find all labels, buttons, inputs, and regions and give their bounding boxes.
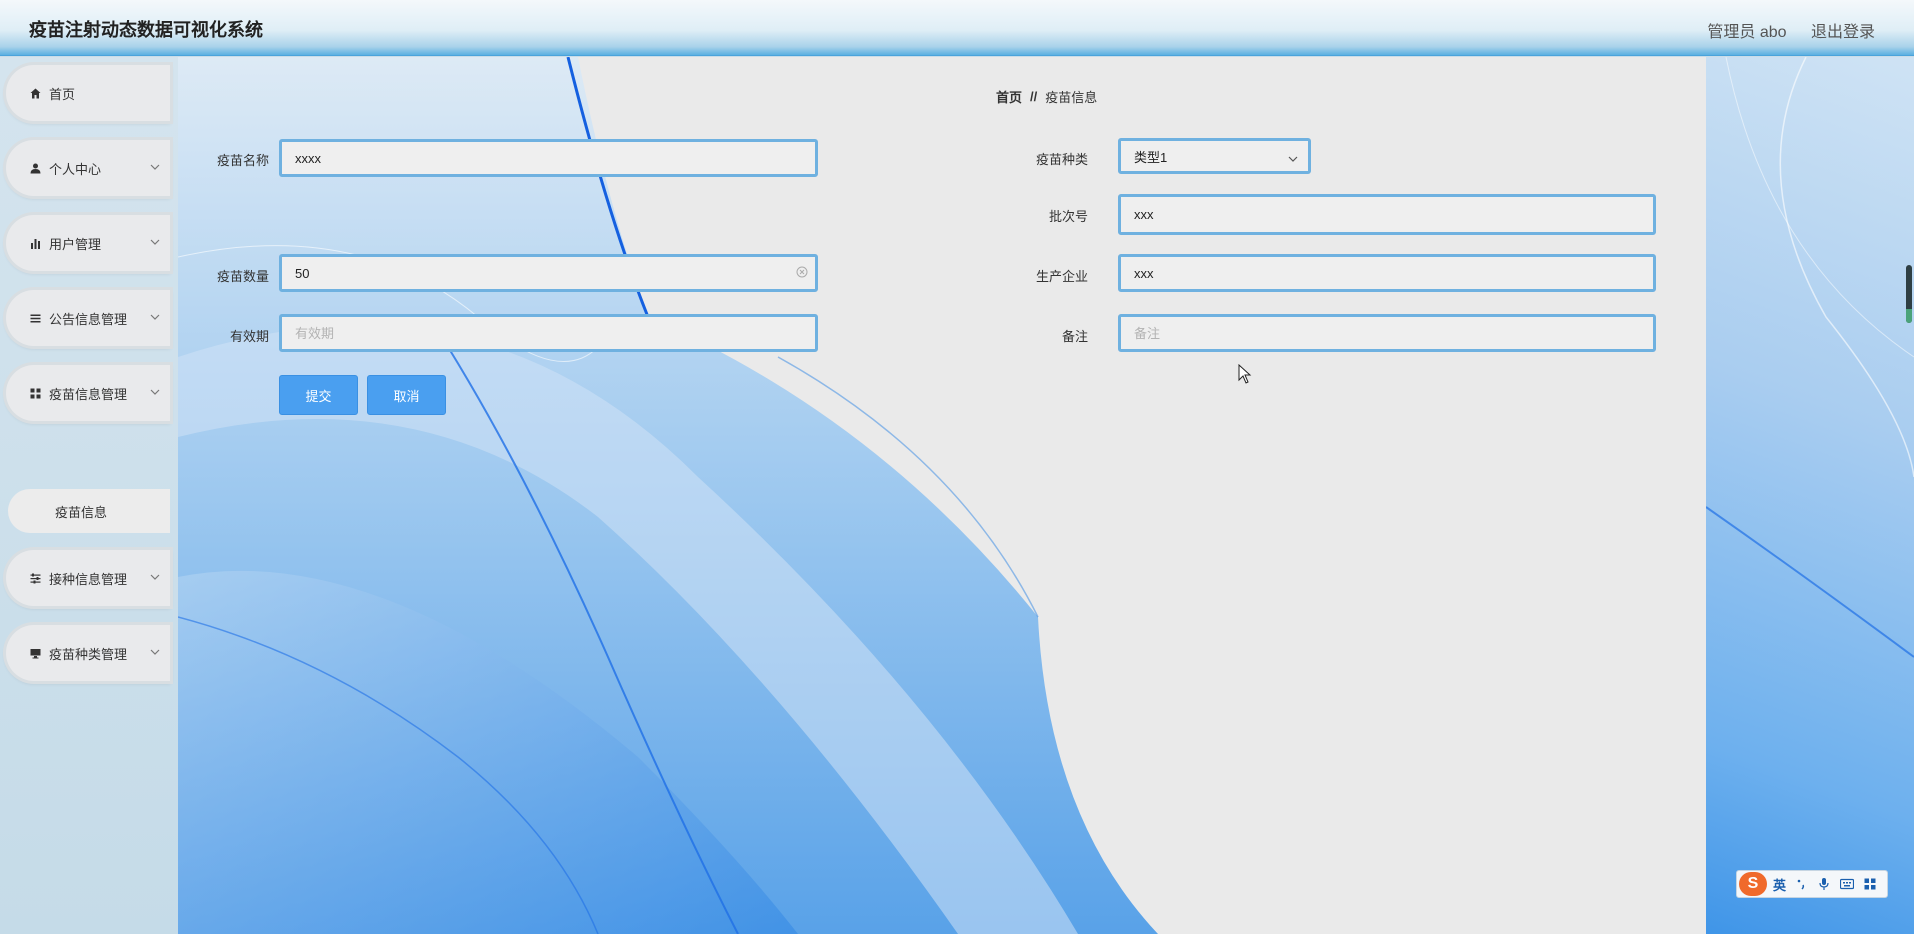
remark-field[interactable] (1118, 314, 1656, 352)
sidebar-item-vaccine-info-management[interactable]: 疫苗信息管理 (6, 365, 170, 421)
sidebar-subitem-vaccine-info[interactable]: 疫苗信息 (8, 489, 170, 533)
vaccine-name-field[interactable] (279, 139, 818, 177)
home-icon (28, 88, 42, 99)
sliders-icon (28, 573, 42, 584)
sidebar-item-label: 接种信息管理 (49, 571, 128, 587)
vaccine-quantity-stepper[interactable] (279, 254, 818, 292)
remark-label: 备注 (1061, 329, 1088, 344)
microphone-icon[interactable] (1818, 877, 1830, 891)
vaccine-type-label: 疫苗种类 (1035, 152, 1088, 167)
sidebar-item-label: 个人中心 (49, 161, 102, 177)
breadcrumb-current: 疫苗信息 (1045, 90, 1098, 105)
sidebar-item-home[interactable]: 首页 (6, 65, 170, 121)
batch-number-input[interactable] (1134, 207, 1653, 222)
keyboard-icon[interactable] (1840, 878, 1855, 890)
chevron-down-icon (150, 385, 160, 400)
batch-number-label: 批次号 (1048, 209, 1088, 224)
user-area: 管理员 abo 退出登录 (1687, 18, 1875, 42)
cancel-button[interactable]: 取消 (367, 375, 446, 415)
vaccine-name-label: 疫苗名称 (216, 153, 269, 168)
vaccine-name-input[interactable] (295, 150, 815, 166)
sidebar-item-label: 首页 (49, 86, 76, 102)
expiry-input[interactable] (295, 325, 815, 341)
ime-logo-icon[interactable]: S (1739, 872, 1767, 896)
expiry-label: 有效期 (229, 329, 269, 344)
breadcrumb-home[interactable]: 首页 (996, 87, 1022, 106)
vaccine-type-value: 类型1 (1134, 149, 1168, 165)
submit-button[interactable]: 提交 (279, 375, 358, 415)
remark-input[interactable] (1134, 325, 1653, 341)
background-waves (178, 57, 1158, 934)
vaccine-type-select[interactable]: 类型1 (1118, 138, 1311, 174)
sidebar-item-label: 公告信息管理 (49, 311, 128, 327)
sidebar-item-label: 疫苗信息管理 (49, 386, 128, 402)
background-waves-right (1706, 57, 1914, 658)
sidebar-item-label: 疫苗种类管理 (49, 646, 128, 662)
manufacturer-input[interactable] (1134, 265, 1653, 281)
batch-number-field[interactable] (1118, 194, 1656, 235)
chevron-down-icon (150, 310, 160, 325)
scrollbar-thumb[interactable] (1906, 265, 1912, 323)
chevron-down-icon (150, 570, 160, 585)
apps-grid-icon[interactable] (1864, 878, 1876, 890)
ime-language-toggle[interactable]: 英 (1773, 875, 1786, 894)
manufacturer-label: 生产企业 (1035, 269, 1088, 284)
right-background (1706, 57, 1914, 934)
vaccine-quantity-label: 疫苗数量 (216, 269, 269, 284)
clear-icon[interactable] (796, 266, 808, 281)
sidebar-item-vaccination-management[interactable]: 接种信息管理 (6, 550, 170, 606)
grid-icon (28, 388, 42, 399)
main-content: 首页 // 疫苗信息 疫苗名称 疫苗数量 有效期 提交 取消 疫苗种类 类型1 … (178, 57, 1706, 934)
sidebar-item-user-management[interactable]: 用户管理 (6, 215, 170, 271)
punctuation-icon[interactable] (1796, 878, 1808, 890)
expiry-field[interactable] (279, 314, 818, 352)
sidebar-item-notice-management[interactable]: 公告信息管理 (6, 290, 170, 346)
list-icon (28, 313, 42, 324)
logout-link[interactable]: 退出登录 (1811, 24, 1875, 41)
chevron-down-icon (1288, 152, 1298, 167)
monitor-icon (28, 648, 42, 659)
chevron-down-icon (150, 645, 160, 660)
app-title: 疫苗注射动态数据可视化系统 (29, 20, 263, 40)
breadcrumb: 首页 // 疫苗信息 (996, 87, 1097, 106)
chevron-down-icon (150, 235, 160, 250)
chevron-down-icon (150, 160, 160, 175)
breadcrumb-separator: // (1030, 89, 1038, 104)
manufacturer-field[interactable] (1118, 254, 1656, 292)
bar-chart-icon (28, 238, 42, 249)
sidebar-item-label: 用户管理 (49, 236, 102, 252)
sidebar: 首页 个人中心 用户管理 公告信息管理 疫苗信息管理 疫苗信息 接种信息管理 疫… (0, 57, 178, 934)
vaccine-quantity-input[interactable] (295, 265, 815, 281)
ime-toolbar: S 英 (1736, 870, 1888, 898)
mouse-cursor-icon (1238, 363, 1252, 389)
sidebar-item-personal-center[interactable]: 个人中心 (6, 140, 170, 196)
top-bar: 疫苗注射动态数据可视化系统 管理员 abo 退出登录 (0, 0, 1914, 56)
user-icon (28, 163, 42, 174)
sidebar-item-vaccine-type-management[interactable]: 疫苗种类管理 (6, 625, 170, 681)
user-name: 管理员 abo (1707, 24, 1787, 41)
